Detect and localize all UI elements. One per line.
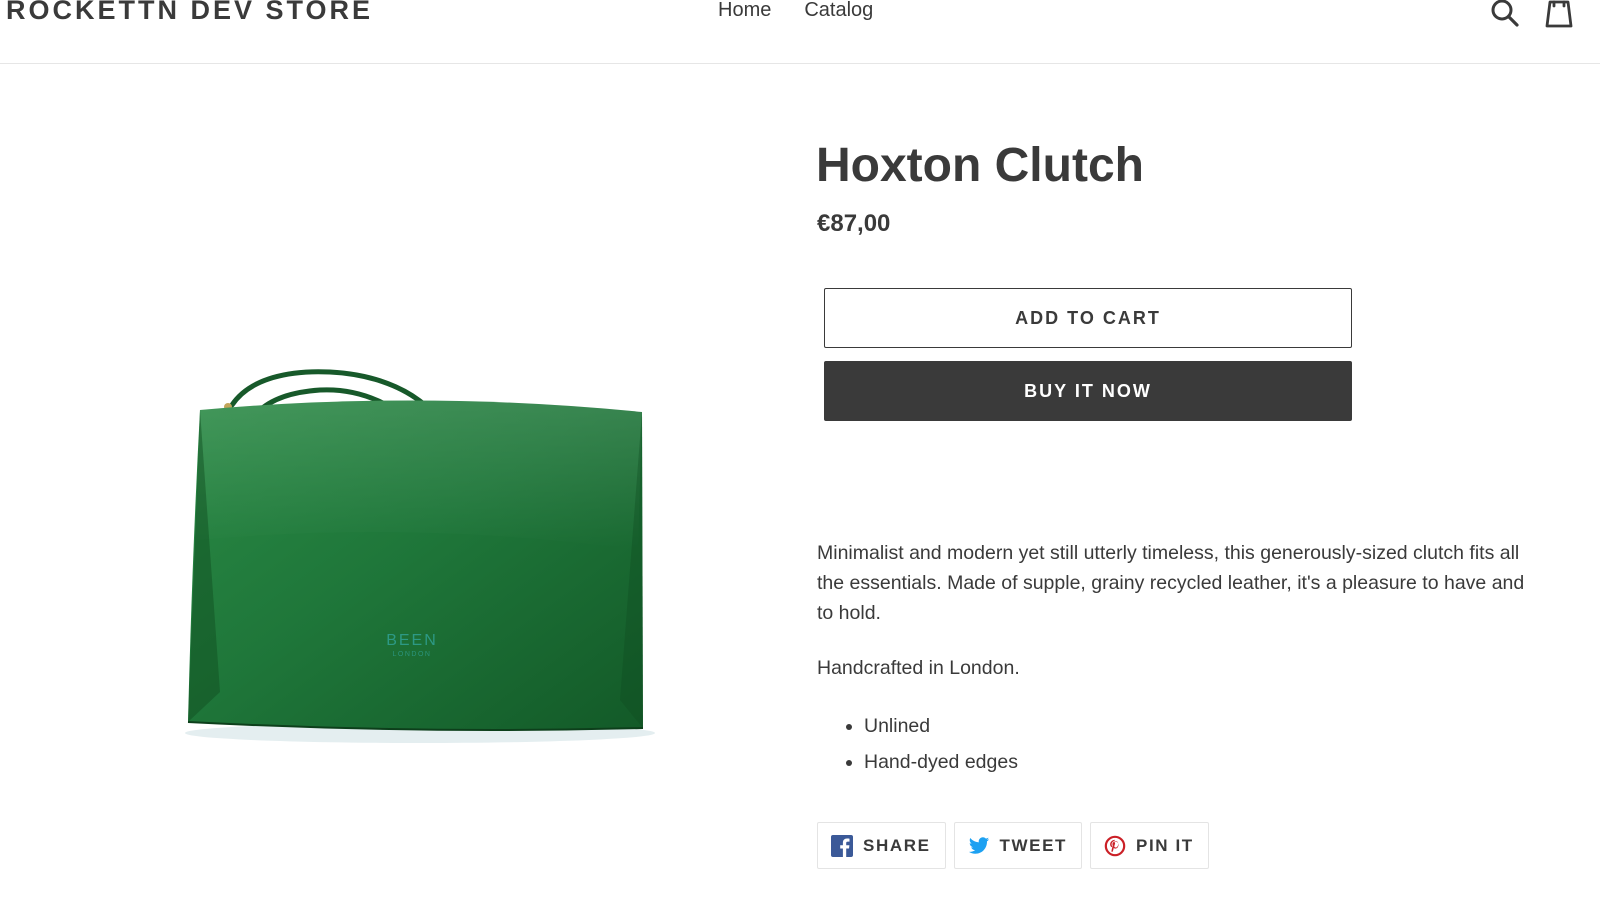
store-logo[interactable]: ROCKETTN DEV STORE xyxy=(6,0,373,26)
product-price: €87,00 xyxy=(817,210,891,237)
share-facebook-button[interactable]: SHARE xyxy=(817,822,946,869)
cart-button[interactable] xyxy=(1542,0,1576,30)
main-nav: Home Catalog xyxy=(718,0,873,23)
add-to-cart-button[interactable]: Add to cart xyxy=(824,288,1352,348)
feature-item: Hand-dyed edges xyxy=(864,744,1537,780)
feature-list: Unlined Hand-dyed edges xyxy=(817,708,1537,780)
site-header: ROCKETTN DEV STORE Home Catalog xyxy=(0,0,1600,64)
social-share-buttons: SHARE TWEET PIN IT xyxy=(817,822,1209,869)
bag-brand-mark: BEEN xyxy=(386,632,438,649)
search-button[interactable] xyxy=(1488,0,1522,30)
share-pinterest-label: PIN IT xyxy=(1136,835,1194,855)
share-twitter-label: TWEET xyxy=(999,835,1068,855)
facebook-icon xyxy=(831,834,853,857)
pinterest-icon xyxy=(1104,835,1126,856)
bag-brand-sub: LONDON xyxy=(393,651,432,658)
product-image[interactable]: BEEN LONDON xyxy=(180,350,660,750)
product-description: Minimalist and modern yet still utterly … xyxy=(817,538,1537,780)
search-icon xyxy=(1491,0,1519,27)
share-facebook-label: SHARE xyxy=(863,835,931,855)
product-title: Hoxton Clutch xyxy=(816,139,1144,192)
cart-icon xyxy=(1545,0,1573,28)
share-twitter-button[interactable]: TWEET xyxy=(953,822,1083,869)
feature-item: Unlined xyxy=(864,708,1537,744)
buy-it-now-button[interactable]: Buy it now xyxy=(824,361,1352,421)
nav-link-catalog[interactable]: Catalog xyxy=(804,0,873,23)
description-paragraph: Handcrafted in London. xyxy=(817,657,1020,679)
clutch-bag-image: BEEN LONDON xyxy=(185,369,655,743)
twitter-icon xyxy=(968,836,989,854)
nav-link-home[interactable]: Home xyxy=(718,0,771,23)
description-paragraph: Minimalist and modern yet still utterly … xyxy=(817,542,1525,624)
share-pinterest-button[interactable]: PIN IT xyxy=(1090,822,1209,869)
